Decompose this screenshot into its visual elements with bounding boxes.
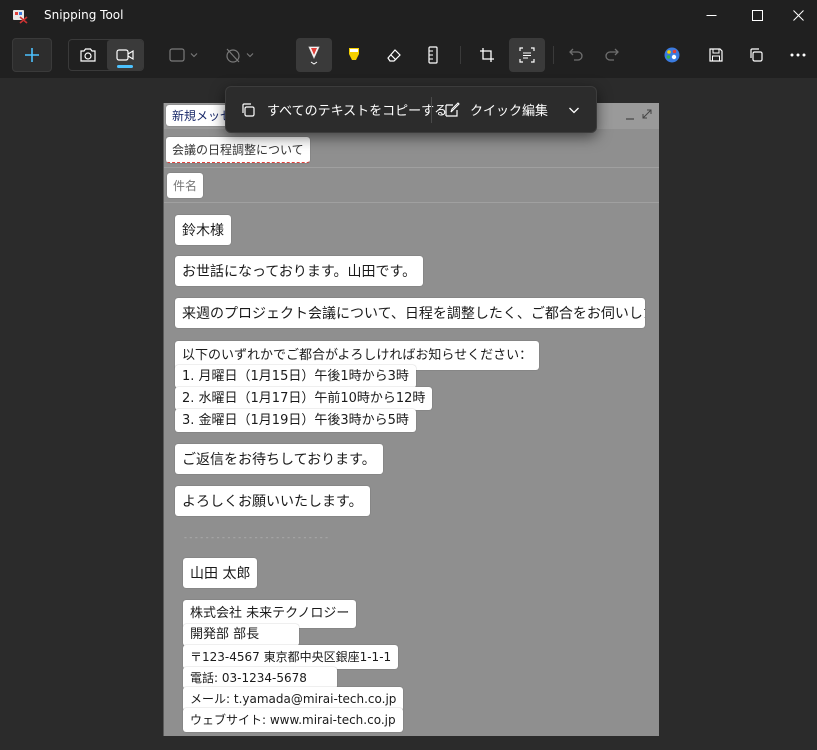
- option-item-3[interactable]: 3. 金曜日（1月19日）午後3時から5時: [175, 409, 416, 432]
- title-bar: Snipping Tool: [0, 0, 817, 32]
- copy-all-text-label: すべてのテキストをコピーする: [267, 104, 448, 119]
- text-actions-popup: すべてのテキストをコピーする クイック編集: [225, 86, 597, 133]
- chevron-down-icon: [190, 53, 198, 58]
- undo-icon: [569, 48, 583, 61]
- snip-shape-dropdown[interactable]: [162, 38, 206, 72]
- captured-image: 新規メッセ 会議の日程調整について 件名 鈴木様 お世話になっております。山田で…: [163, 103, 659, 736]
- window-title: Snipping Tool: [44, 8, 124, 22]
- snipping-tool-app-icon: [12, 8, 28, 24]
- crop-button[interactable]: [470, 38, 504, 72]
- crop-icon: [480, 48, 494, 62]
- body-intro[interactable]: お世話になっております。山田です。: [175, 256, 424, 286]
- video-mode-button[interactable]: [107, 40, 143, 70]
- signature-website[interactable]: ウェブサイト: www.mirai-tech.co.jp: [183, 708, 403, 732]
- redo-icon: [605, 48, 619, 61]
- eraser-tool-button[interactable]: [378, 38, 410, 72]
- edit-in-paint-button[interactable]: [656, 38, 688, 72]
- body-purpose[interactable]: 来週のプロジェクト会議について、日程を調整したく、ご都合をお伺いした: [175, 298, 645, 328]
- field-divider: [164, 202, 659, 203]
- video-icon: [116, 49, 134, 61]
- capture-mode-group: [68, 39, 144, 71]
- signature-address[interactable]: 〒123-4567 東京都中央区銀座1-1-1: [183, 645, 399, 669]
- option-item-1[interactable]: 1. 月曜日（1月15日）午後1時から3時: [175, 365, 416, 388]
- minimize-icon: [706, 14, 716, 16]
- copy-icon: [242, 102, 255, 117]
- signature-department[interactable]: 開発部 部長: [183, 624, 300, 646]
- active-indicator: [117, 65, 133, 68]
- field-divider: [164, 167, 659, 168]
- ruler-tool-button[interactable]: [418, 38, 448, 72]
- quick-edit-icon: [445, 101, 460, 117]
- save-icon: [709, 48, 723, 62]
- redo-button[interactable]: [596, 38, 628, 72]
- highlighter-tool-button[interactable]: [338, 38, 370, 72]
- body-greeting[interactable]: 鈴木様: [175, 215, 231, 245]
- expand-icon: [642, 109, 652, 119]
- quick-edit-label: クイック編集: [470, 104, 549, 119]
- camera-icon: [79, 48, 96, 62]
- toolbar: [0, 32, 817, 78]
- body-closing[interactable]: よろしくお願いいたします。: [175, 486, 370, 516]
- pen-icon: [308, 46, 320, 65]
- quick-edit-button[interactable]: クイック編集: [444, 87, 548, 132]
- copy-button[interactable]: [740, 38, 772, 72]
- chevron-down-icon: [246, 53, 254, 58]
- pen-tool-button[interactable]: [296, 38, 332, 72]
- more-icon: [790, 53, 806, 57]
- maximize-icon: [751, 9, 763, 21]
- more-options-button[interactable]: [782, 38, 814, 72]
- copy-icon: [750, 48, 763, 62]
- signature-phone[interactable]: 電話: 03-1234-5678: [183, 667, 337, 689]
- body-await-reply[interactable]: ご返信をお待ちしております。: [175, 444, 383, 474]
- eraser-icon: [387, 49, 401, 62]
- popup-divider: [431, 97, 432, 123]
- paint-icon: [664, 47, 680, 63]
- copy-all-text-button[interactable]: すべてのテキストをコピーする: [240, 87, 447, 132]
- maximize-button[interactable]: [734, 0, 780, 30]
- text-actions-icon: [519, 47, 535, 63]
- undo-button[interactable]: [560, 38, 592, 72]
- highlighter-icon: [349, 48, 359, 60]
- toolbar-divider: [553, 46, 554, 64]
- option-item-2[interactable]: 2. 水曜日（1月17日）午前10時から12時: [175, 387, 433, 410]
- toolbar-divider: [460, 46, 461, 64]
- chevron-down-icon: [569, 107, 579, 113]
- subject-value[interactable]: 会議の日程調整について: [166, 137, 310, 163]
- timer-off-icon: [226, 48, 240, 63]
- save-button[interactable]: [700, 38, 732, 72]
- timer-dropdown[interactable]: [218, 38, 262, 72]
- signature-name[interactable]: 山田 太郎: [183, 558, 258, 588]
- minimize-icon: [626, 118, 634, 120]
- text-actions-button[interactable]: [509, 38, 545, 72]
- signature-separator: - - - - - - - - - - - - - - - - - - - - …: [184, 533, 329, 542]
- close-button[interactable]: [780, 0, 817, 30]
- new-snip-button[interactable]: [12, 38, 52, 72]
- ruler-icon: [428, 46, 438, 64]
- plus-icon: [25, 48, 39, 62]
- popup-expand-button[interactable]: [562, 87, 586, 132]
- subject-placeholder[interactable]: 件名: [167, 173, 204, 198]
- close-icon: [793, 9, 804, 21]
- screenshot-mode-button[interactable]: [69, 40, 106, 70]
- rectangle-snip-icon: [169, 48, 185, 62]
- minimize-button[interactable]: [688, 0, 734, 30]
